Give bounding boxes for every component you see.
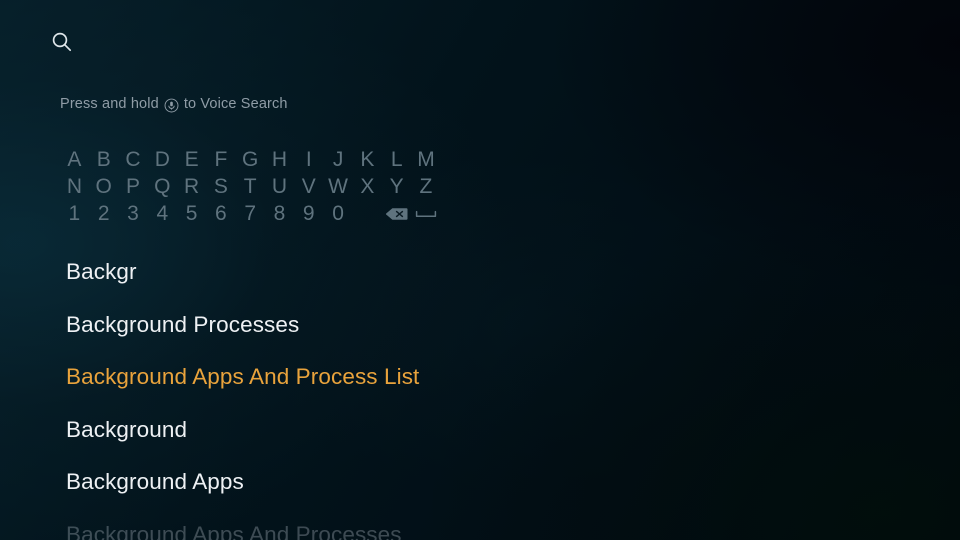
key-8[interactable]: 8 bbox=[265, 200, 294, 227]
search-results-list[interactable]: Backgr Background Processes Background A… bbox=[66, 246, 926, 540]
key-r[interactable]: R bbox=[177, 173, 206, 200]
result-item-2[interactable]: Background Processes bbox=[66, 299, 926, 352]
key-p[interactable]: P bbox=[119, 173, 148, 200]
key-g[interactable]: G bbox=[236, 146, 265, 173]
keyboard-row-1: A B C D E F G H I J K L M bbox=[60, 146, 441, 173]
key-z[interactable]: Z bbox=[412, 173, 441, 200]
key-y[interactable]: Y bbox=[382, 173, 411, 200]
key-w[interactable]: W bbox=[324, 173, 353, 200]
key-9[interactable]: 9 bbox=[294, 200, 323, 227]
key-v[interactable]: V bbox=[294, 173, 323, 200]
key-0[interactable]: 0 bbox=[324, 200, 353, 227]
key-e[interactable]: E bbox=[177, 146, 206, 173]
key-h[interactable]: H bbox=[265, 146, 294, 173]
result-item-1[interactable]: Backgr bbox=[66, 246, 926, 299]
key-d[interactable]: D bbox=[148, 146, 177, 173]
key-q[interactable]: Q bbox=[148, 173, 177, 200]
key-x[interactable]: X bbox=[353, 173, 382, 200]
key-1[interactable]: 1 bbox=[60, 200, 89, 227]
key-s[interactable]: S bbox=[206, 173, 235, 200]
keyboard-row-3: 1 2 3 4 5 6 7 8 9 0 bbox=[60, 200, 441, 227]
key-j[interactable]: J bbox=[324, 146, 353, 173]
result-item-4[interactable]: Background bbox=[66, 404, 926, 457]
key-2[interactable]: 2 bbox=[89, 200, 118, 227]
key-b[interactable]: B bbox=[89, 146, 118, 173]
key-c[interactable]: C bbox=[119, 146, 148, 173]
result-item-5[interactable]: Background Apps bbox=[66, 456, 926, 509]
key-i[interactable]: I bbox=[294, 146, 323, 173]
microphone-icon bbox=[164, 98, 179, 113]
onscreen-keyboard[interactable]: A B C D E F G H I J K L M N O P Q R S T … bbox=[60, 146, 441, 227]
key-3[interactable]: 3 bbox=[119, 200, 148, 227]
search-screen: Press and hold to Voice Search A B C D E… bbox=[0, 0, 960, 540]
key-l[interactable]: L bbox=[382, 146, 411, 173]
voice-hint-prefix: Press and hold bbox=[60, 96, 159, 112]
key-5[interactable]: 5 bbox=[177, 200, 206, 227]
key-t[interactable]: T bbox=[236, 173, 265, 200]
voice-hint-suffix: to Voice Search bbox=[183, 96, 288, 112]
search-icon[interactable] bbox=[50, 30, 74, 54]
key-u[interactable]: U bbox=[265, 173, 294, 200]
key-k[interactable]: K bbox=[353, 146, 382, 173]
key-o[interactable]: O bbox=[89, 173, 118, 200]
keyboard-row-2: N O P Q R S T U V W X Y Z bbox=[60, 173, 441, 200]
key-7[interactable]: 7 bbox=[236, 200, 265, 227]
result-item-6[interactable]: Background Apps And Processes bbox=[66, 509, 926, 540]
result-item-3-selected[interactable]: Background Apps And Process List bbox=[66, 351, 926, 404]
key-f[interactable]: F bbox=[206, 146, 235, 173]
key-4[interactable]: 4 bbox=[148, 200, 177, 227]
key-a[interactable]: A bbox=[60, 146, 89, 173]
key-m[interactable]: M bbox=[412, 146, 441, 173]
key-6[interactable]: 6 bbox=[206, 200, 235, 227]
key-n[interactable]: N bbox=[60, 173, 89, 200]
voice-search-hint: Press and hold to Voice Search bbox=[60, 96, 288, 112]
